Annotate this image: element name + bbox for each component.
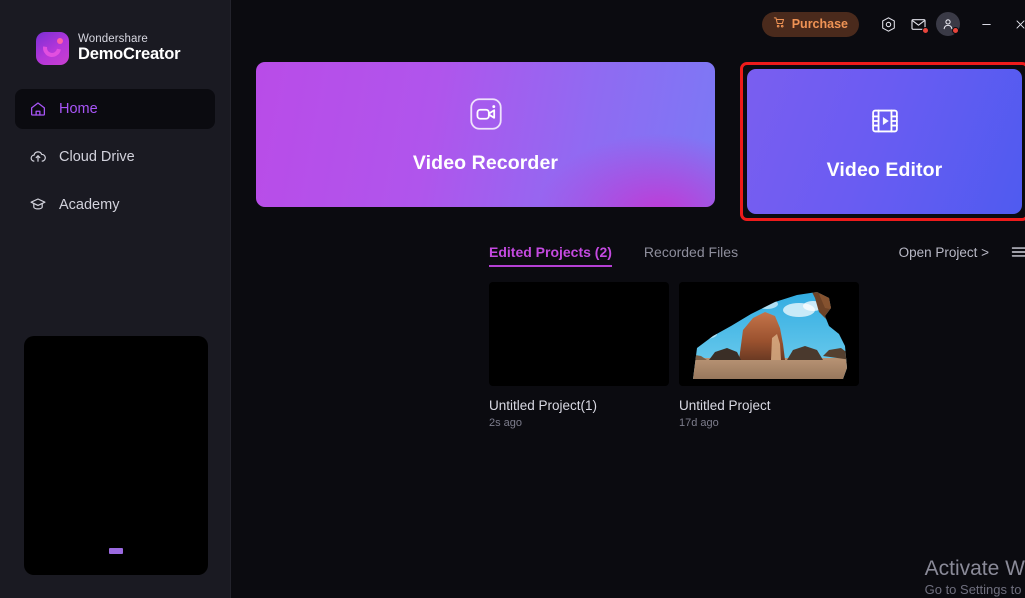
video-camera-icon bbox=[467, 95, 505, 138]
home-icon bbox=[29, 100, 47, 118]
projects-grid: Untitled Project(1) 2s ago Untitled Proj… bbox=[231, 268, 1025, 429]
tab-edited-projects[interactable]: Edited Projects (2) bbox=[489, 244, 612, 267]
toolbar-actions: Open Project > bbox=[899, 243, 1025, 268]
purchase-button[interactable]: Purchase bbox=[761, 11, 859, 37]
hero-cards: Video Recorder Video Editor bbox=[231, 48, 1025, 221]
brand-top-line: Wondershare bbox=[78, 33, 148, 46]
black-empty-thumbnail bbox=[489, 282, 669, 386]
windows-activation-watermark: Activate Wind Go to Settings to bbox=[925, 556, 1025, 598]
sidebar-item-home[interactable]: Home bbox=[15, 89, 215, 129]
purchase-label: Purchase bbox=[791, 17, 848, 31]
democreator-logo-icon bbox=[36, 32, 69, 65]
sidebar-item-label: Home bbox=[59, 101, 98, 117]
project-name: Untitled Project(1) bbox=[489, 398, 598, 413]
sidebar-nav: Home Cloud Drive Academy bbox=[0, 89, 230, 225]
settings-hexagon-icon[interactable] bbox=[873, 9, 903, 39]
mail-badge bbox=[922, 27, 929, 34]
tab-recorded-files[interactable]: Recorded Files bbox=[644, 244, 738, 267]
mail-icon[interactable] bbox=[903, 9, 933, 39]
watermark-line-1: Activate Wind bbox=[924, 556, 1025, 580]
project-card[interactable]: Untitled Project(1) 2s ago bbox=[489, 282, 669, 429]
open-project-link[interactable]: Open Project > bbox=[899, 245, 989, 260]
shopping-cart-icon bbox=[773, 16, 786, 32]
project-time: 2s ago bbox=[489, 417, 523, 429]
sidebar-item-label: Cloud Drive bbox=[59, 149, 135, 165]
card-title: Video Recorder bbox=[412, 151, 559, 174]
promo-indicator bbox=[109, 548, 123, 554]
video-recorder-card[interactable]: Video Recorder bbox=[256, 62, 715, 207]
video-editor-card[interactable]: Video Editor bbox=[747, 69, 1022, 214]
project-time: 17d ago bbox=[679, 417, 719, 429]
sidebar-item-academy[interactable]: Academy bbox=[15, 185, 215, 225]
desert-arch-cave-thumbnail bbox=[679, 282, 859, 386]
card-title: Video Editor bbox=[826, 158, 943, 181]
sidebar: Wondershare DemoCreator Home Cloud Drive… bbox=[0, 0, 231, 598]
projects-toolbar: Edited Projects (2) Recorded Files Open … bbox=[231, 221, 1025, 268]
cloud-upload-icon bbox=[29, 148, 47, 166]
titlebar: Purchase bbox=[231, 0, 1025, 48]
brand-text: Wondershare DemoCreator bbox=[78, 33, 181, 63]
account-badge bbox=[952, 27, 959, 34]
sidebar-item-label: Academy bbox=[59, 197, 120, 213]
video-editor-card-highlight: Video Editor bbox=[740, 62, 1025, 221]
graduation-cap-icon bbox=[29, 196, 47, 214]
minimize-icon[interactable] bbox=[969, 9, 1003, 39]
film-strip-play-icon bbox=[866, 102, 904, 145]
brand-logo-block: Wondershare DemoCreator bbox=[0, 0, 230, 65]
project-name: Untitled Project bbox=[679, 398, 771, 413]
watermark-line-2: Go to Settings to bbox=[924, 581, 1022, 597]
user-avatar-icon[interactable] bbox=[933, 9, 963, 39]
hamburger-menu-icon[interactable] bbox=[1009, 243, 1025, 261]
sidebar-item-cloud-drive[interactable]: Cloud Drive bbox=[15, 137, 215, 177]
brand-bottom-line: DemoCreator bbox=[78, 44, 181, 63]
promo-banner[interactable] bbox=[24, 336, 208, 575]
democreator-window: Wondershare DemoCreator Home Cloud Drive… bbox=[0, 0, 1025, 598]
project-card[interactable]: Untitled Project 17d ago bbox=[679, 282, 859, 429]
close-icon[interactable] bbox=[1003, 9, 1025, 39]
main-content: Purchase Video Recorder Video Editor Edi… bbox=[231, 0, 1025, 598]
